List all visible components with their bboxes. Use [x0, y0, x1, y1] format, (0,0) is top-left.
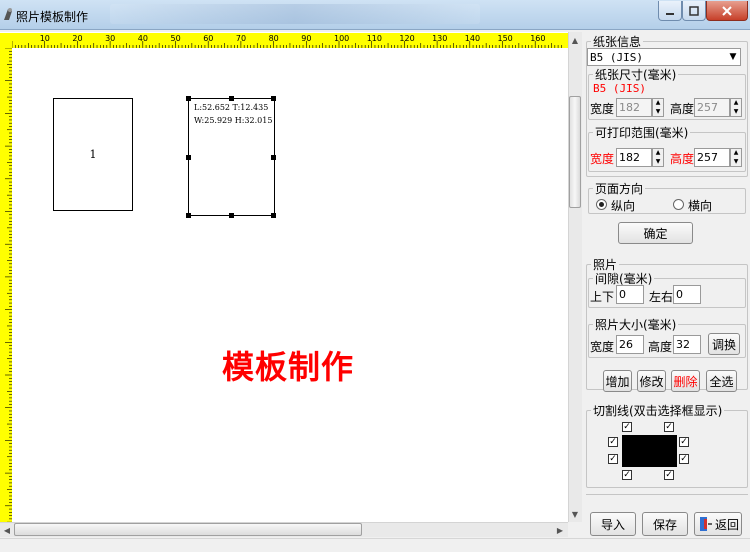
top-ruler: 10 20 30 40 50 60 70 80 90 100 110 120 130 140 150 160	[12, 33, 568, 48]
ruler-label: 120	[399, 34, 414, 43]
photo-position-info: L:52.652 T:12.435	[194, 103, 269, 112]
left-ruler	[0, 48, 12, 522]
photo-width-field[interactable]: 26	[616, 335, 644, 354]
paper-size-name: B5 (JIS)	[593, 82, 646, 95]
scroll-down-icon[interactable]: ▼	[569, 508, 581, 520]
portrait-label: 纵向	[611, 199, 636, 213]
ruler-corner	[0, 33, 12, 48]
delete-button[interactable]: 删除	[671, 370, 700, 392]
resize-handle[interactable]	[229, 213, 234, 218]
photo-slot-1[interactable]: 1	[53, 98, 133, 211]
horizontal-scroll-thumb[interactable]	[14, 523, 362, 536]
ruler-label: 140	[465, 34, 480, 43]
resize-handle[interactable]	[229, 96, 234, 101]
blurred-toolbar	[110, 4, 480, 24]
resize-handle[interactable]	[271, 213, 276, 218]
maximize-icon	[689, 5, 699, 16]
scroll-right-icon[interactable]: ▶	[554, 524, 566, 536]
resize-handle[interactable]	[186, 213, 191, 218]
print-height-stepper[interactable]: ▲ ▼	[730, 148, 742, 167]
save-button[interactable]: 保存	[642, 512, 688, 536]
exit-door-icon	[700, 517, 712, 531]
photo-width-label: 宽度	[590, 340, 615, 354]
status-bar	[0, 538, 750, 552]
import-button[interactable]: 导入	[590, 512, 636, 536]
photo-slot-number: 1	[89, 148, 97, 161]
ruler-label: 40	[138, 34, 148, 43]
paper-width-label: 宽度	[590, 102, 615, 116]
photo-height-field[interactable]: 32	[673, 335, 701, 354]
vertical-scroll-thumb[interactable]	[569, 96, 581, 208]
ruler-label: 100	[334, 34, 349, 43]
scroll-up-icon[interactable]: ▲	[569, 34, 581, 46]
cutline-left-bottom-checkbox[interactable]: ✓	[608, 454, 618, 464]
edit-button[interactable]: 修改	[637, 370, 666, 392]
paper-width-field[interactable]: 182	[616, 98, 652, 117]
paper-select[interactable]: B5 (JIS)	[587, 48, 741, 66]
gap-vertical-label: 上下	[590, 290, 615, 304]
landscape-label: 横向	[688, 199, 713, 213]
ruler-label: 80	[269, 34, 279, 43]
scroll-left-icon[interactable]: ◀	[1, 524, 13, 536]
cutline-preview-swatch[interactable]	[622, 435, 677, 467]
cutline-right-top-checkbox[interactable]: ✓	[679, 437, 689, 447]
confirm-button[interactable]: 确定	[618, 222, 693, 244]
ruler-label: 110	[367, 34, 382, 43]
photo-size-info: W:25.929 H:32.015	[194, 116, 273, 125]
print-width-stepper[interactable]: ▲ ▼	[652, 148, 664, 167]
cutline-bottom-right-checkbox[interactable]: ✓	[664, 470, 674, 480]
back-label: 返回	[715, 517, 740, 532]
divider	[586, 494, 748, 495]
print-width-label: 宽度	[590, 152, 615, 166]
resize-handle[interactable]	[271, 96, 276, 101]
ruler-label: 20	[72, 34, 82, 43]
add-button[interactable]: 增加	[603, 370, 632, 392]
gap-horizontal-field[interactable]: 0	[673, 285, 701, 304]
ruler-label: 150	[498, 34, 513, 43]
cutline-top-right-checkbox[interactable]: ✓	[664, 422, 674, 432]
paper-width-stepper[interactable]: ▲ ▼	[652, 98, 664, 117]
chevron-down-icon[interactable]: ▼	[726, 49, 740, 65]
resize-handle[interactable]	[271, 155, 276, 160]
cutline-bottom-left-checkbox[interactable]: ✓	[622, 470, 632, 480]
cutline-left-top-checkbox[interactable]: ✓	[608, 437, 618, 447]
close-icon	[722, 5, 732, 16]
window-title: 照片模板制作	[16, 10, 89, 24]
print-width-field[interactable]: 182	[616, 148, 652, 167]
minimize-button[interactable]	[658, 1, 682, 21]
paper-height-label: 高度	[670, 102, 695, 116]
ruler-label: 60	[203, 34, 213, 43]
app-icon	[4, 8, 12, 20]
landscape-radio[interactable]	[673, 199, 684, 210]
resize-handle[interactable]	[186, 155, 191, 160]
cutline-right-bottom-checkbox[interactable]: ✓	[679, 454, 689, 464]
swap-size-button[interactable]: 调换	[708, 333, 740, 355]
maximize-button[interactable]	[682, 1, 706, 21]
portrait-radio[interactable]	[596, 199, 607, 210]
paper-height-field[interactable]: 257	[694, 98, 730, 117]
back-button[interactable]: 返回	[694, 512, 742, 536]
gap-vertical-field[interactable]: 0	[616, 285, 644, 304]
ruler-label: 90	[301, 34, 311, 43]
ruler-label: 50	[171, 34, 181, 43]
ruler-label: 30	[105, 34, 115, 43]
cutline-top-left-checkbox[interactable]: ✓	[622, 422, 632, 432]
resize-handle[interactable]	[186, 96, 191, 101]
close-button[interactable]	[706, 1, 748, 21]
minimize-icon	[666, 12, 674, 15]
paper-height-stepper[interactable]: ▲ ▼	[730, 98, 742, 117]
select-all-button[interactable]: 全选	[706, 370, 737, 392]
ruler-label: 160	[530, 34, 545, 43]
ruler-label: 130	[432, 34, 447, 43]
print-height-field[interactable]: 257	[694, 148, 730, 167]
print-height-label: 高度	[670, 152, 695, 166]
gap-horizontal-label: 左右	[649, 290, 674, 304]
photo-height-label: 高度	[648, 340, 673, 354]
ruler-label: 70	[236, 34, 246, 43]
photo-slot-selected[interactable]: L:52.652 T:12.435 W:25.929 H:32.015	[188, 98, 275, 216]
canvas-heading: 模板制作	[222, 348, 355, 386]
ruler-label: 10	[40, 34, 50, 43]
